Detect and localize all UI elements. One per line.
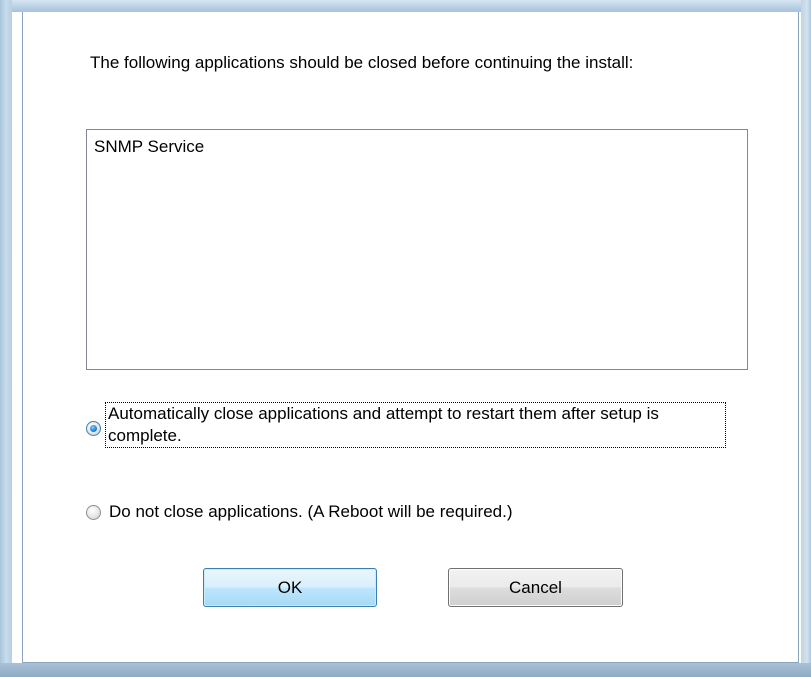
auto-close-radio[interactable] (86, 421, 101, 436)
do-not-close-label[interactable]: Do not close applications. (A Reboot wil… (109, 501, 513, 523)
cancel-button[interactable]: Cancel (448, 568, 623, 607)
window-frame-bottom (0, 663, 811, 677)
do-not-close-option[interactable]: Do not close applications. (A Reboot wil… (86, 501, 513, 523)
window-frame-top (0, 0, 811, 12)
applications-listbox[interactable]: SNMP Service (86, 129, 748, 370)
list-item[interactable]: SNMP Service (94, 137, 204, 157)
auto-close-label[interactable]: Automatically close applications and att… (105, 402, 726, 448)
window-frame-right (801, 0, 811, 677)
dialog-window: The following applications should be clo… (0, 0, 811, 677)
dialog-message: The following applications should be clo… (90, 53, 634, 72)
ok-button[interactable]: OK (203, 568, 377, 607)
do-not-close-radio[interactable] (86, 505, 101, 520)
auto-close-option[interactable]: Automatically close applications and att… (86, 402, 726, 448)
window-frame-left (0, 0, 12, 677)
